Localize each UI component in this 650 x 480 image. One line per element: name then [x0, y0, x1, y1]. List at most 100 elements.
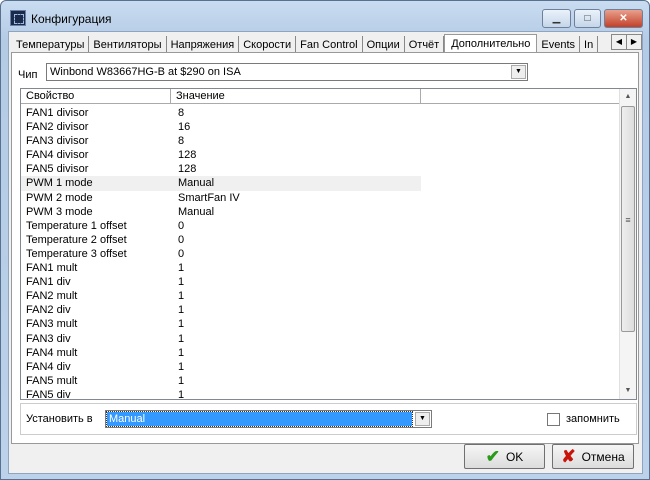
app-icon — [10, 10, 26, 26]
property-cell: FAN1 divisor — [26, 107, 89, 119]
table-row[interactable]: FAN5 mult 1 — [21, 374, 620, 388]
property-cell: PWM 2 mode — [26, 191, 93, 204]
scroll-up-icon[interactable]: ▲ — [620, 89, 636, 105]
maximize-button[interactable]: □ — [574, 9, 601, 28]
chevron-down-icon[interactable]: ▼ — [511, 65, 526, 79]
table-row[interactable]: Temperature 3 offset 0 — [21, 247, 620, 261]
property-cell: FAN3 divisor — [26, 135, 89, 148]
set-group: Установить в Manual ▼ запомнить — [20, 403, 637, 435]
table-row[interactable]: FAN4 divisor 128 — [21, 148, 620, 162]
ok-button[interactable]: ✔ OK — [464, 444, 545, 469]
table-row[interactable]: FAN2 divisor 16 — [21, 120, 620, 134]
tab-scroll-right-icon[interactable]: ▶ — [626, 34, 642, 50]
property-cell: FAN2 divisor — [26, 121, 89, 134]
value-cell: 0 — [178, 247, 185, 260]
value-cell: 128 — [178, 149, 197, 162]
table-row[interactable]: FAN1 divisor 8 — [21, 106, 620, 120]
property-cell: PWM 3 mode — [26, 205, 93, 218]
value-cell: 8 — [178, 135, 185, 148]
table-body: FAN1 divisor 8 FAN2 divisor 16 FAN3 divisor 8… — [21, 106, 620, 400]
column-header-value[interactable]: Значение — [171, 89, 421, 104]
property-cell: Temperature 2 offset — [26, 233, 127, 246]
close-button[interactable]: ✕ — [604, 9, 643, 28]
tab-strip: Температуры Вентиляторы Напряжения Скорости… — [12, 34, 599, 55]
property-cell: FAN5 mult — [26, 374, 78, 387]
value-cell: 16 — [178, 121, 191, 134]
table-row[interactable]: FAN1 div 1 — [21, 275, 620, 289]
value-cell: SmartFan IV — [178, 191, 240, 204]
scrollbar-thumb[interactable]: ≡ — [621, 106, 635, 332]
property-cell: FAN1 div — [26, 276, 71, 289]
value-cell: 1 — [178, 374, 185, 387]
table-row[interactable]: Temperature 1 offset 0 — [21, 219, 620, 233]
set-select[interactable]: Manual ▼ — [105, 410, 432, 428]
vertical-scrollbar[interactable]: ▲ ≡ ▼ — [619, 89, 636, 399]
table-row[interactable]: FAN5 divisor 128 — [21, 162, 620, 176]
chip-label: Чип — [18, 69, 38, 81]
property-cell: FAN1 mult — [26, 262, 78, 275]
ok-label: OK — [505, 449, 524, 464]
table-row[interactable]: FAN1 mult 1 — [21, 261, 620, 275]
value-cell: Manual — [178, 177, 215, 190]
property-cell: FAN3 div — [26, 332, 71, 345]
chevron-down-icon[interactable]: ▼ — [415, 412, 430, 426]
value-cell: 1 — [178, 276, 185, 289]
value-cell: Manual — [178, 205, 215, 218]
set-label: Установить в — [26, 413, 93, 425]
client-area: Температуры Вентиляторы Напряжения Скорости… — [8, 31, 643, 474]
set-value: Manual — [106, 411, 413, 427]
property-cell: FAN3 mult — [26, 318, 78, 331]
minimize-button[interactable]: ▁ — [542, 9, 571, 28]
chip-value: Winbond W83667HG-B at $290 on ISA — [50, 66, 241, 78]
value-cell: 1 — [178, 290, 185, 303]
property-cell: Temperature 1 offset — [26, 219, 127, 232]
value-cell: 1 — [178, 360, 185, 373]
value-cell: 1 — [178, 388, 185, 400]
table-row[interactable]: FAN3 divisor 8 — [21, 134, 620, 148]
value-cell: 8 — [178, 107, 185, 119]
table-row[interactable]: PWM 2 mode SmartFan IV — [21, 191, 620, 205]
property-cell: FAN4 divisor — [26, 149, 89, 162]
property-cell: FAN4 mult — [26, 346, 78, 359]
tab-panel-additional: Чип Winbond W83667HG-B at $290 on ISA ▼ … — [11, 52, 639, 444]
value-cell: 1 — [178, 332, 185, 345]
table-header: Свойство Значение — [21, 89, 620, 104]
table-row[interactable]: Temperature 2 offset 0 — [21, 233, 620, 247]
value-cell: 1 — [178, 318, 185, 331]
property-cell: FAN5 div — [26, 388, 71, 400]
value-cell: 1 — [178, 346, 185, 359]
column-header-empty — [421, 89, 620, 104]
checkmark-icon: ✔ — [485, 446, 500, 466]
remember-label: запомнить — [566, 413, 620, 425]
property-table: Свойство Значение FAN1 divisor 8 FAN2 divi… — [20, 88, 637, 400]
table-row[interactable]: FAN2 div 1 — [21, 303, 620, 317]
scroll-down-icon[interactable]: ▼ — [620, 383, 636, 399]
property-cell: Temperature 3 offset — [26, 247, 127, 260]
value-cell: 128 — [178, 163, 197, 176]
property-cell: FAN4 div — [26, 360, 71, 373]
table-row[interactable]: PWM 1 mode Manual — [21, 176, 620, 191]
property-cell: PWM 1 mode — [26, 177, 93, 190]
tab-scroll-left-icon[interactable]: ◀ — [611, 34, 627, 50]
property-cell: FAN2 div — [26, 304, 71, 317]
value-cell: 1 — [178, 304, 185, 317]
table-row[interactable]: FAN3 div 1 — [21, 332, 620, 346]
value-cell: 0 — [178, 219, 185, 232]
column-header-property[interactable]: Свойство — [21, 89, 171, 104]
cancel-label: Отмена — [581, 449, 625, 464]
property-cell: FAN2 mult — [26, 290, 78, 303]
chip-select[interactable]: Winbond W83667HG-B at $290 on ISA ▼ — [46, 63, 528, 81]
table-row[interactable]: FAN4 div 1 — [21, 360, 620, 374]
remember-checkbox[interactable] — [547, 413, 560, 426]
table-row[interactable]: FAN3 mult 1 — [21, 317, 620, 331]
cancel-button[interactable]: ✘ Отмена — [552, 444, 634, 469]
table-row[interactable]: FAN5 div 1 — [21, 388, 620, 400]
table-row[interactable]: PWM 3 mode Manual — [21, 205, 620, 219]
value-cell: 0 — [178, 233, 185, 246]
window-title: Конфигурация — [31, 12, 112, 26]
table-row[interactable]: FAN2 mult 1 — [21, 289, 620, 303]
property-cell: FAN5 divisor — [26, 163, 89, 176]
value-cell: 1 — [178, 262, 185, 275]
config-window: Конфигурация ▁ □ ✕ Температуры Вентилятор… — [0, 0, 650, 480]
table-row[interactable]: FAN4 mult 1 — [21, 346, 620, 360]
